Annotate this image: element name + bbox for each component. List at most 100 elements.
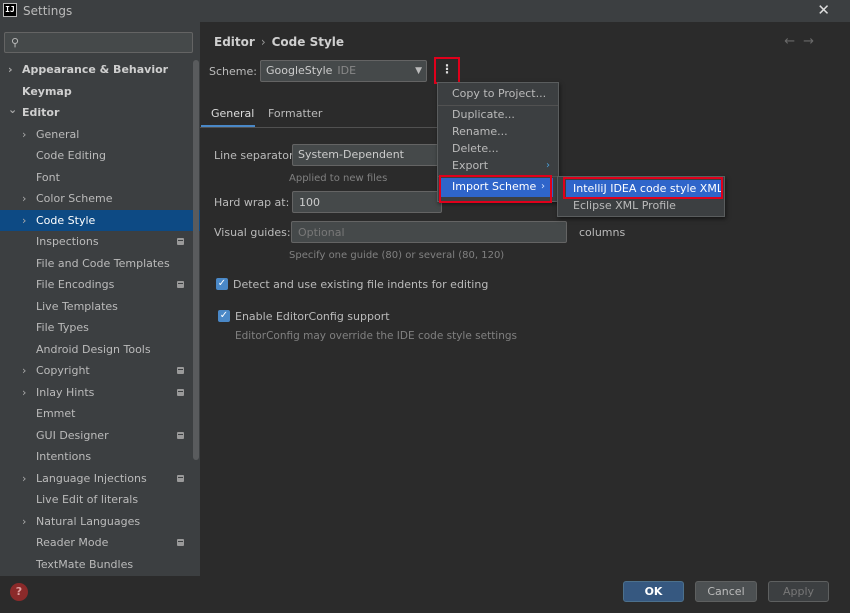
sidebar-item-label: Inlay Hints (36, 385, 95, 399)
detect-indents-checkbox[interactable]: ✓ (216, 278, 228, 290)
visual-guides-label: Visual guides: (214, 226, 291, 239)
hard-wrap-input[interactable] (292, 191, 442, 213)
sidebar-item-label: General (36, 127, 80, 141)
sidebar-item-label: Intentions (36, 450, 92, 463)
menu-item-label: Eclipse XML Profile (573, 199, 676, 212)
sidebar-item-language-injections[interactable]: › Language Injections (0, 468, 200, 490)
chevron-right-icon: › (546, 160, 550, 171)
settings-search[interactable]: ⚲ (4, 32, 193, 53)
chevron-right-icon[interactable]: › (8, 59, 13, 81)
import-scheme-submenu: IntelliJ IDEA code style XML Eclipse XML… (557, 176, 725, 217)
menu-separator (438, 176, 558, 177)
sidebar-item-emmet[interactable]: Emmet (0, 403, 200, 425)
cancel-button[interactable]: Cancel (695, 581, 757, 602)
menu-item-label: Copy to Project... (452, 87, 547, 100)
search-icon: ⚲ (11, 36, 20, 49)
sidebar-item-file-types[interactable]: File Types (0, 317, 200, 339)
hard-wrap-label: Hard wrap at: (214, 196, 290, 209)
sidebar-item-natural-languages[interactable]: › Natural Languages (0, 511, 200, 533)
intellij-app-icon: IJ (3, 3, 17, 17)
line-separator-label: Line separator: (214, 149, 297, 162)
sidebar-item-font[interactable]: Font (0, 167, 200, 189)
sidebar-item-keymap[interactable]: Keymap (0, 81, 200, 103)
sidebar-item-inlay-hints[interactable]: › Inlay Hints (0, 382, 200, 404)
scheme-actions-button[interactable]: ⋮ (434, 57, 460, 84)
sidebar-item-live-templates[interactable]: Live Templates (0, 296, 200, 318)
chevron-down-icon[interactable]: ⌄ (8, 99, 17, 121)
sidebar-item-intentions[interactable]: Intentions (0, 446, 200, 468)
detect-indents-label[interactable]: Detect and use existing file indents for… (233, 278, 488, 291)
sidebar-item-editor[interactable]: ⌄ Editor (0, 102, 200, 124)
sidebar-item-appearance-behavior[interactable]: › Appearance & Behavior (0, 59, 200, 81)
sidebar-item-label: TextMate Bundles (36, 557, 134, 571)
apply-button[interactable]: Apply (768, 581, 829, 602)
sidebar-item-label: Android Design Tools (36, 342, 151, 356)
editorconfig-label[interactable]: Enable EditorConfig support (235, 310, 390, 323)
sidebar-item-label: File Encodings (36, 278, 115, 291)
sidebar-scrollbar[interactable] (193, 60, 199, 460)
editorconfig-hint: EditorConfig may override the IDE code s… (235, 330, 518, 342)
sidebar-item-label: Code Editing (36, 149, 106, 162)
sidebar-item-file-encodings[interactable]: File Encodings (0, 274, 200, 296)
editorconfig-checkbox[interactable]: ✓ (218, 310, 230, 322)
sidebar-item-gui-designer[interactable]: GUI Designer (0, 425, 200, 447)
sidebar-item-label: GUI Designer (36, 428, 109, 442)
history-navigation: ←→ (784, 34, 822, 49)
forward-arrow-icon[interactable]: → (803, 34, 822, 49)
sidebar-item-label: Inspections (36, 235, 99, 248)
sidebar-item-label: Editor (22, 106, 60, 119)
sidebar-item-color-scheme[interactable]: › Color Scheme (0, 188, 200, 210)
sidebar-item-general[interactable]: › General (0, 124, 200, 146)
chevron-right-icon[interactable]: › (22, 124, 26, 146)
scheme-dropdown[interactable]: GoogleStyle IDE ▼ (260, 60, 427, 82)
back-arrow-icon[interactable]: ← (784, 34, 803, 49)
project-scope-icon (177, 539, 184, 546)
sidebar-item-textmate-bundles[interactable]: TextMate Bundles (0, 554, 200, 576)
menu-item-export[interactable]: Export › (438, 157, 558, 176)
project-scope-icon (177, 474, 184, 482)
chevron-right-icon[interactable]: › (22, 210, 26, 232)
help-icon[interactable]: ? (10, 583, 28, 601)
breadcrumb-parent[interactable]: Editor (214, 35, 255, 49)
line-separator-dropdown[interactable]: System-Dependent (292, 144, 442, 166)
tab-formatter[interactable]: Formatter (268, 103, 322, 128)
menu-item-copy-to-project[interactable]: Copy to Project... (438, 85, 558, 104)
search-input[interactable] (27, 35, 187, 50)
sidebar-item-label: Copyright (36, 364, 90, 377)
sidebar-item-code-editing[interactable]: Code Editing (0, 145, 200, 167)
scheme-value: GoogleStyle (266, 64, 333, 77)
sidebar-item-live-edit-of-literals[interactable]: Live Edit of literals (0, 489, 200, 511)
chevron-right-icon: › (541, 181, 545, 192)
tab-general[interactable]: General (201, 103, 255, 128)
sidebar-item-android-design-tools[interactable]: Android Design Tools (0, 339, 200, 361)
project-scope-icon (177, 431, 184, 439)
sidebar-item-label: Language Injections (36, 471, 147, 485)
sidebar-item-reader-mode[interactable]: Reader Mode (0, 532, 200, 554)
sidebar-item-inspections[interactable]: Inspections (0, 231, 200, 253)
sidebar-item-file-and-code-templates[interactable]: File and Code Templates (0, 253, 200, 275)
menu-item-label: IntelliJ IDEA code style XML (573, 182, 723, 195)
sidebar-item-label: Font (36, 170, 60, 184)
project-scope-icon (177, 281, 184, 288)
checkmark-icon: ✓ (219, 310, 229, 321)
ok-button[interactable]: OK (623, 581, 684, 602)
menu-item-label: Export (452, 159, 489, 172)
menu-item-import-scheme[interactable]: Import Scheme › (441, 178, 553, 197)
breadcrumb: Editor › Code Style (214, 35, 344, 49)
menu-item-label: Duplicate... (452, 108, 515, 121)
visual-guides-input[interactable] (291, 221, 567, 243)
chevron-right-icon[interactable]: › (22, 468, 26, 490)
chevron-right-icon[interactable]: › (22, 360, 26, 382)
chevron-right-icon[interactable]: › (22, 511, 26, 533)
submenu-item-eclipse-xml[interactable]: Eclipse XML Profile (558, 197, 724, 216)
sidebar-item-label: Live Templates (36, 299, 118, 313)
sidebar-item-label: File and Code Templates (36, 256, 170, 270)
close-icon[interactable]: ✕ (817, 1, 830, 19)
chevron-down-icon: ▼ (415, 66, 422, 76)
sidebar-item-code-style[interactable]: › Code Style (0, 209, 200, 232)
chevron-right-icon[interactable]: › (22, 382, 26, 404)
chevron-right-icon[interactable]: › (22, 188, 26, 210)
breadcrumb-separator: › (260, 35, 266, 49)
visual-guides-hint: Specify one guide (80) or several (80, 1… (289, 250, 505, 261)
sidebar-item-copyright[interactable]: › Copyright (0, 360, 200, 382)
